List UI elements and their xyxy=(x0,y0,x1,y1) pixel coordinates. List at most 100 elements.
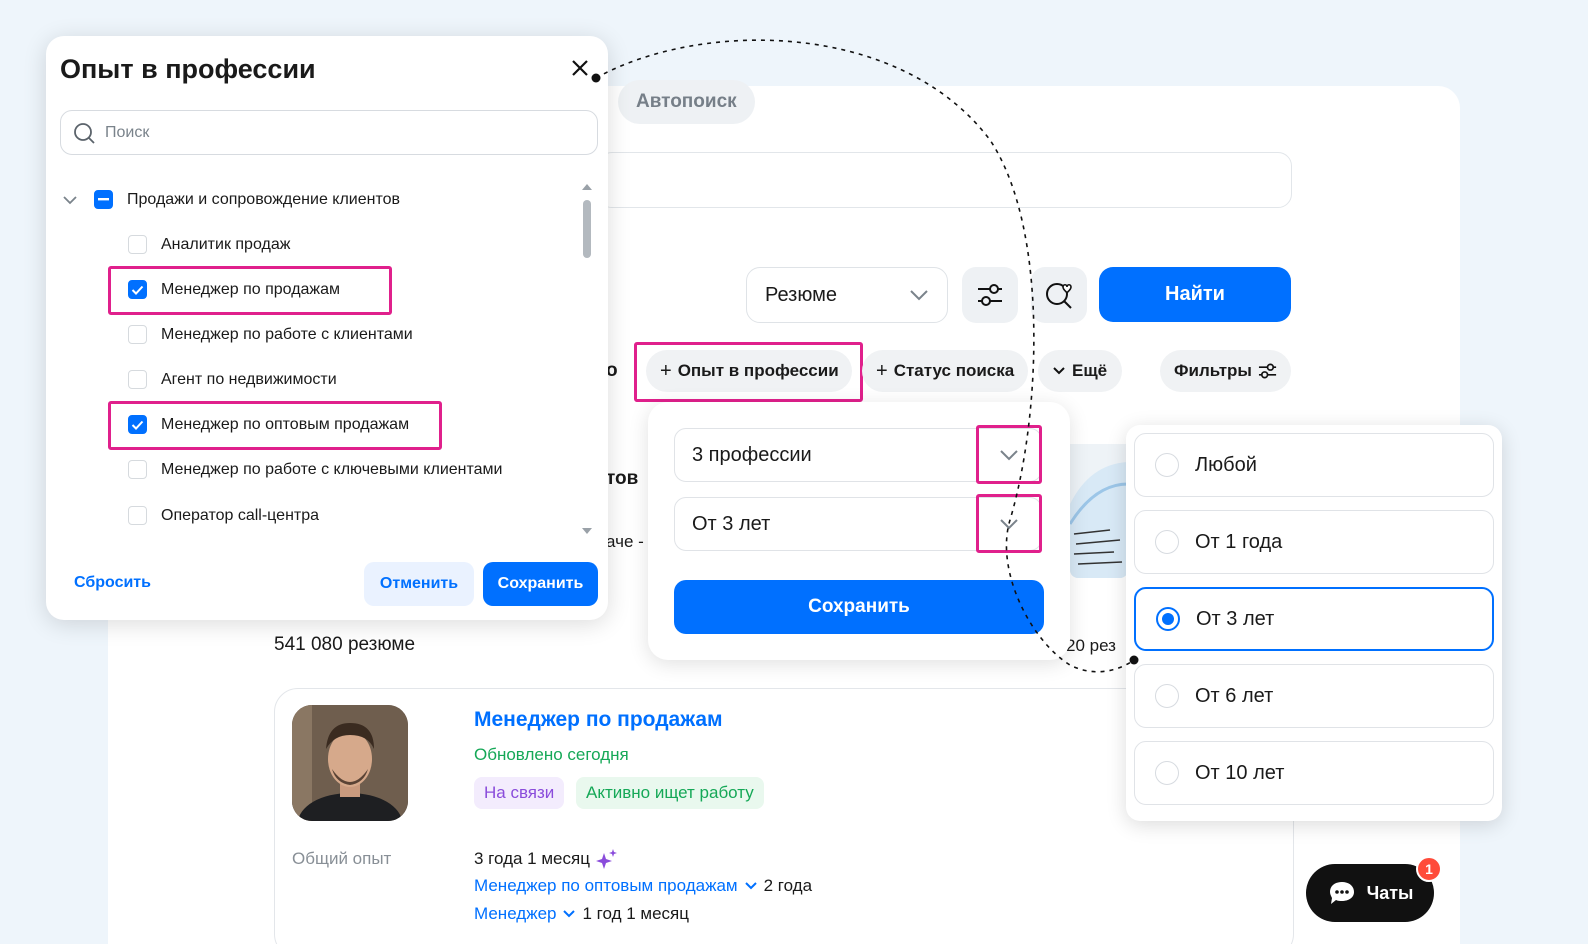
years-value: От 3 лет xyxy=(692,512,771,535)
item-label: Аналитик продаж xyxy=(161,235,291,253)
experience-save-button[interactable]: Сохранить xyxy=(674,580,1044,634)
item-label: Менеджер по работе с клиентами xyxy=(161,325,413,343)
experience-entry-title: Менеджер по оптовым продажам xyxy=(474,876,738,895)
tree-item[interactable]: Аналитик продаж xyxy=(128,235,290,254)
item-checkbox[interactable] xyxy=(128,460,147,479)
chevron-down-icon xyxy=(744,882,757,890)
item-label: Агент по недвижимости xyxy=(161,370,337,388)
filter-sliders-icon xyxy=(1258,363,1277,379)
filters-chip[interactable]: Фильтры xyxy=(1160,350,1291,392)
item-checkbox[interactable] xyxy=(128,235,147,254)
experience-option[interactable]: От 3 лет xyxy=(1134,587,1494,651)
modal-title: Опыт в профессии xyxy=(60,54,316,84)
cancel-button[interactable]: Отменить xyxy=(364,562,474,606)
total-experience: 3 года 1 месяц xyxy=(474,849,618,869)
experience-entry-duration: 2 года xyxy=(763,876,813,895)
tree-group[interactable]: Продажи и сопровождение клиентов xyxy=(62,190,400,209)
highlight-item xyxy=(108,401,442,450)
banner-fragment: тов xyxy=(606,468,639,489)
radio-button[interactable] xyxy=(1155,530,1179,554)
resume-updated: Обновлено сегодня xyxy=(474,745,629,764)
find-button[interactable]: Найти xyxy=(1099,267,1291,322)
experience-option-label: От 10 лет xyxy=(1195,761,1285,784)
item-checkbox[interactable] xyxy=(128,325,147,344)
sliders-icon xyxy=(978,284,1002,306)
item-checkbox[interactable] xyxy=(128,370,147,389)
experience-entry-duration: 1 год 1 месяц xyxy=(582,904,689,923)
experience-option-label: Любой xyxy=(1195,453,1257,476)
plus-icon: + xyxy=(876,359,888,382)
autosearch-tab[interactable]: Автопоиск xyxy=(618,80,755,124)
experience-entry-title: Менеджер xyxy=(474,904,557,923)
experience-modal: Опыт в профессии Поиск Продажи и сопрово… xyxy=(46,36,608,620)
experience-entry[interactable]: Менеджер по оптовым продажам 2 года xyxy=(474,876,812,896)
experience-option-label: От 1 года xyxy=(1195,530,1283,553)
settings-sliders-button[interactable] xyxy=(962,267,1018,323)
radio-button[interactable] xyxy=(1155,684,1179,708)
radio-button[interactable] xyxy=(1156,607,1180,631)
chevron-down-icon xyxy=(1000,449,1018,460)
experience-option[interactable]: От 1 года xyxy=(1134,510,1494,574)
badge-active: Активно ищет работу xyxy=(576,777,764,809)
modal-search-input[interactable]: Поиск xyxy=(60,110,598,155)
close-icon[interactable] xyxy=(568,56,592,80)
tree-item[interactable]: Менеджер по работе с клиентами xyxy=(128,325,413,344)
chevron-down-icon xyxy=(63,195,77,204)
item-label: Менеджер по работе с ключевыми клиентами xyxy=(161,460,503,478)
search-icon xyxy=(74,122,95,144)
experience-option[interactable]: Любой xyxy=(1134,433,1494,497)
chats-label: Чаты xyxy=(1366,882,1414,903)
search-type-select[interactable]: Резюме xyxy=(746,267,948,323)
avatar xyxy=(292,705,408,821)
item-checkbox[interactable] xyxy=(128,506,147,525)
filters-chip-label: Фильтры xyxy=(1174,361,1252,380)
chevron-down-icon xyxy=(563,910,576,918)
tree-item[interactable]: Агент по недвижимости xyxy=(128,370,337,389)
banner-illustration xyxy=(1070,444,1128,578)
modal-search-placeholder: Поиск xyxy=(105,123,150,141)
experience-option-label: От 6 лет xyxy=(1195,684,1274,707)
save-button[interactable]: Сохранить xyxy=(483,562,598,606)
experience-option[interactable]: От 6 лет xyxy=(1134,664,1494,728)
experience-options-panel: Любой От 1 года От 3 лет От 6 лет От 10 … xyxy=(1126,425,1502,821)
tree-item[interactable]: Оператор call-центра xyxy=(128,506,319,525)
experience-option[interactable]: От 10 лет xyxy=(1134,741,1494,805)
search-type-value: Резюме xyxy=(765,283,837,306)
chats-button[interactable]: Чаты xyxy=(1306,864,1434,922)
experience-entry[interactable]: Менеджер 1 год 1 месяц xyxy=(474,904,689,924)
saved-search-button[interactable] xyxy=(1031,267,1087,323)
professions-chevron-highlight[interactable] xyxy=(976,425,1042,484)
chevron-down-icon xyxy=(1000,518,1018,529)
years-chevron-highlight[interactable] xyxy=(976,494,1042,553)
tree-item[interactable]: Менеджер по работе с ключевыми клиентами xyxy=(128,460,502,479)
highlight-experience-chip xyxy=(634,342,863,402)
badge-online: На связи xyxy=(474,777,565,809)
scrollbar[interactable] xyxy=(580,182,594,538)
status-chip-label: Статус поиска xyxy=(893,361,1015,380)
sparkle-icon xyxy=(595,849,617,869)
chats-badge: 1 xyxy=(1416,856,1442,882)
search-heart-icon xyxy=(1046,283,1072,309)
chevron-down-icon xyxy=(910,290,928,301)
main-search-input[interactable] xyxy=(598,152,1292,208)
professions-value: 3 профессии xyxy=(692,443,812,466)
results-count: 541 080 резюме xyxy=(274,634,416,655)
radio-button[interactable] xyxy=(1155,761,1179,785)
more-chip[interactable]: Ещё xyxy=(1038,350,1122,392)
chat-bubble-icon xyxy=(1329,882,1354,904)
group-checkbox[interactable] xyxy=(94,190,113,209)
reset-button[interactable]: Сбросить xyxy=(74,574,151,592)
resume-title-link[interactable]: Менеджер по продажам xyxy=(474,708,723,732)
status-chip[interactable]: + Статус поиска xyxy=(862,350,1028,392)
results-count-right: 20 рез xyxy=(1066,636,1116,655)
item-label: Оператор call-центра xyxy=(161,506,320,524)
group-label: Продажи и сопровождение клиентов xyxy=(127,190,401,208)
experience-option-label: От 3 лет xyxy=(1196,607,1275,630)
total-experience-label: Общий опыт xyxy=(292,849,392,868)
highlight-item xyxy=(108,266,392,315)
total-experience-value: 3 года 1 месяц xyxy=(474,849,590,868)
chevron-down-icon xyxy=(1053,367,1065,375)
more-chip-label: Ещё xyxy=(1072,361,1108,380)
banner-fragment: аче - xyxy=(606,532,644,551)
radio-button[interactable] xyxy=(1155,453,1179,477)
